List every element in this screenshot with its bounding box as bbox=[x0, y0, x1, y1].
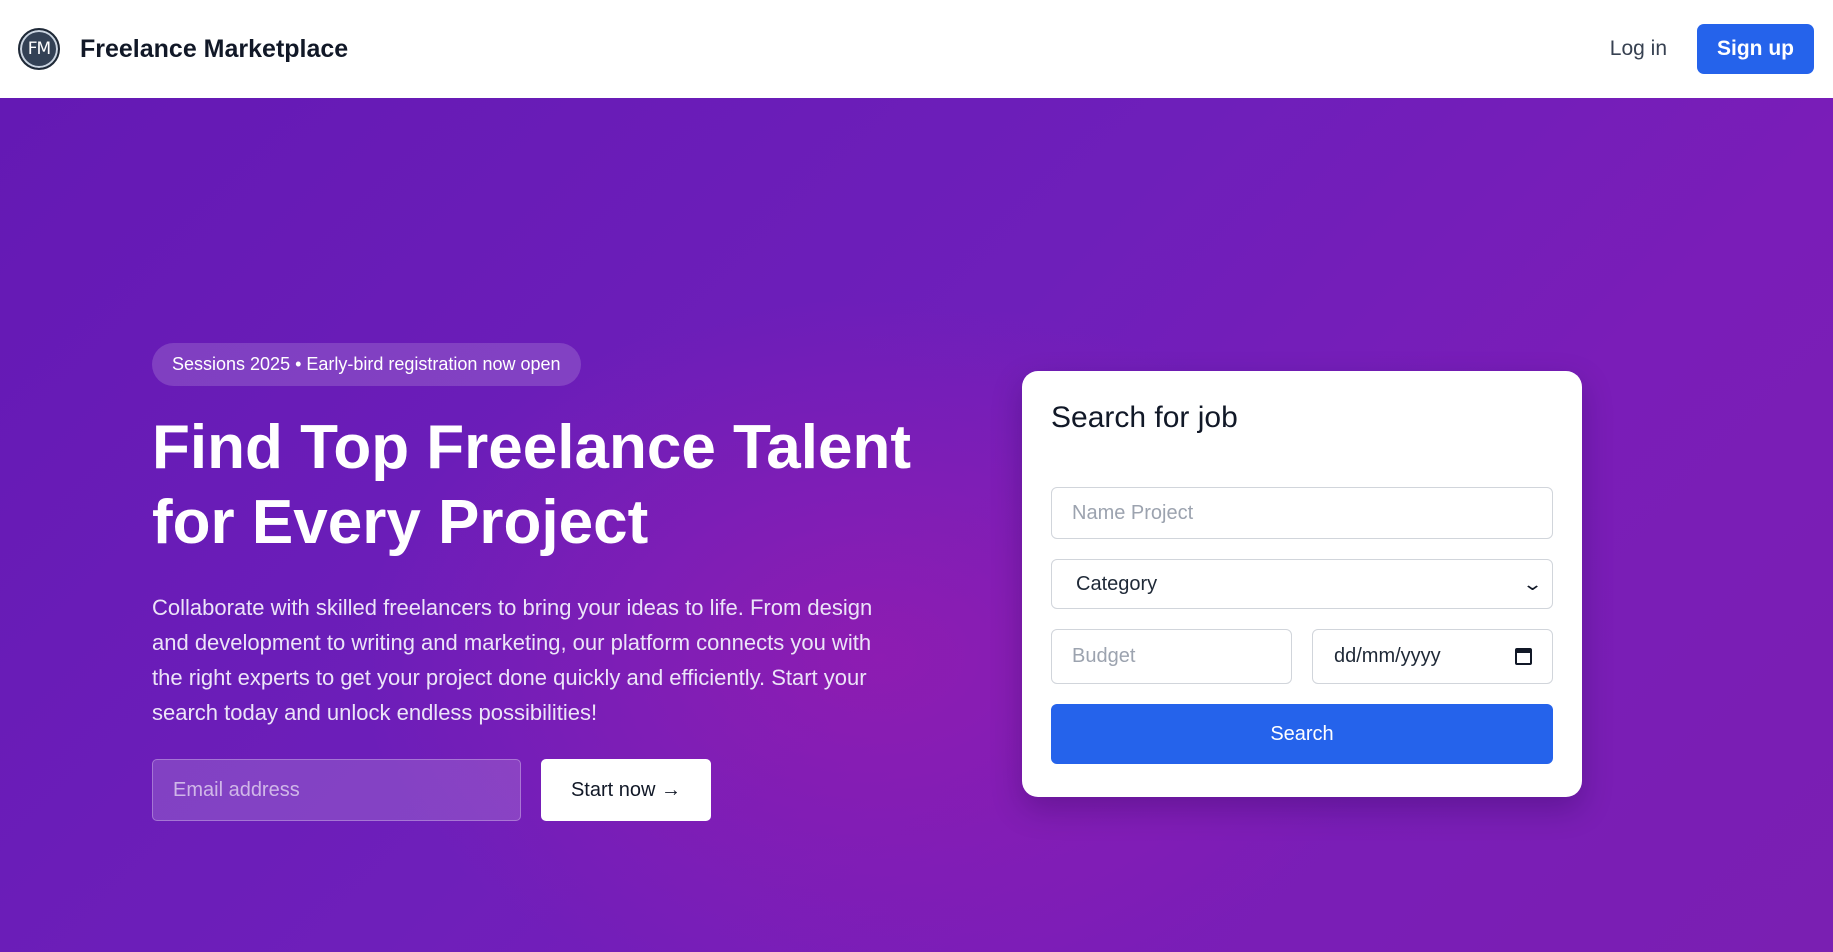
chevron-down-icon: ⌄ bbox=[1521, 573, 1544, 594]
login-link[interactable]: Log in bbox=[1610, 37, 1667, 61]
date-input[interactable]: dd/mm/yyyy bbox=[1312, 629, 1553, 684]
hero-section: Sessions 2025 • Early-bird registration … bbox=[0, 98, 1833, 952]
top-navbar: FM Freelance Marketplace Log in Sign up bbox=[0, 0, 1833, 98]
calendar-icon[interactable] bbox=[1515, 648, 1532, 665]
budget-date-row: Budget dd/mm/yyyy bbox=[1051, 629, 1553, 684]
project-name-placeholder: Name Project bbox=[1072, 501, 1194, 524]
hero-content: Sessions 2025 • Early-bird registration … bbox=[152, 343, 912, 821]
nav-actions: Log in Sign up bbox=[1610, 24, 1814, 74]
search-button[interactable]: Search bbox=[1051, 704, 1553, 764]
brand-name: Freelance Marketplace bbox=[80, 34, 349, 63]
email-input[interactable] bbox=[152, 759, 521, 821]
category-select[interactable]: Category ⌄ bbox=[1051, 559, 1553, 609]
start-now-button[interactable]: Start now → bbox=[541, 759, 711, 821]
budget-placeholder: Budget bbox=[1072, 645, 1136, 667]
category-select-value: Category bbox=[1076, 572, 1158, 595]
job-search-card: Search for job Name Project Category ⌄ B… bbox=[1022, 371, 1582, 797]
announcement-badge: Sessions 2025 • Early-bird registration … bbox=[152, 343, 581, 386]
project-name-input[interactable]: Name Project bbox=[1051, 487, 1553, 539]
brand[interactable]: FM Freelance Marketplace bbox=[18, 28, 348, 70]
signup-cta-row: Start now → bbox=[152, 759, 912, 821]
budget-input[interactable]: Budget bbox=[1051, 629, 1292, 684]
hero-headline: Find Top Freelance Talent for Every Proj… bbox=[152, 413, 912, 557]
search-card-title: Search for job bbox=[1051, 401, 1238, 434]
hero-description: Collaborate with skilled freelancers to … bbox=[152, 595, 873, 725]
logo-icon: FM bbox=[18, 28, 60, 70]
signup-button[interactable]: Sign up bbox=[1697, 24, 1814, 74]
date-placeholder: dd/mm/yyyy bbox=[1334, 645, 1441, 667]
